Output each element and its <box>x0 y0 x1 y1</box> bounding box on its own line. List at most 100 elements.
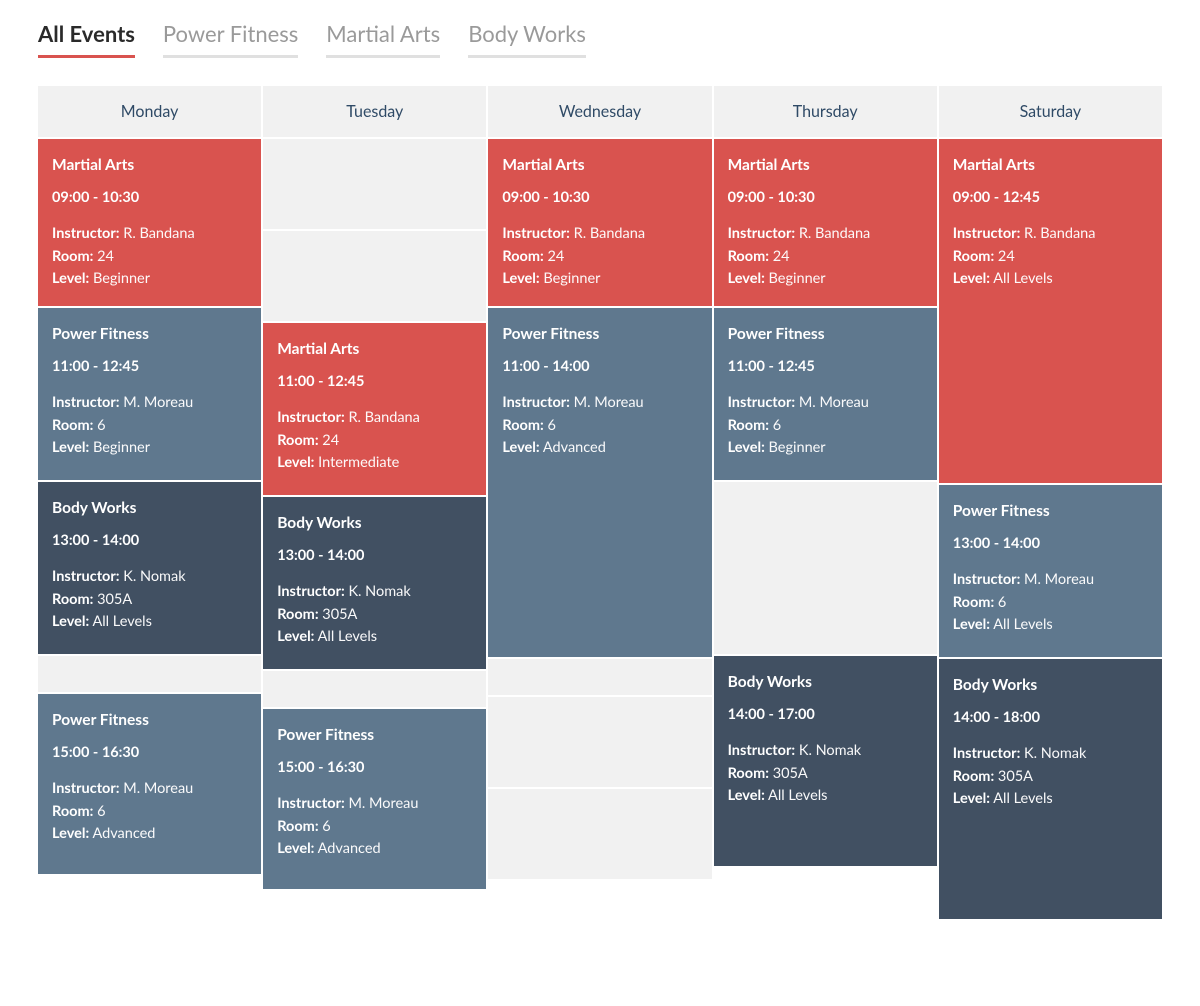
event-card[interactable]: Body Works13:00 - 14:00Instructor: K. No… <box>38 482 261 654</box>
event-card[interactable]: Martial Arts 09:00 - 10:30 Instructor: R. … <box>714 139 937 306</box>
event-instructor: Instructor: M. Moreau <box>277 793 472 815</box>
day-column: Martial Arts09:00 - 10:30Instructor: R. … <box>38 139 261 919</box>
event-title: Martial Arts <box>728 153 923 177</box>
event-title: Martial Arts <box>277 337 472 361</box>
tab-all-events[interactable]: All Events <box>38 20 135 58</box>
event-level: Level: All Levels <box>953 788 1148 810</box>
event-card[interactable]: Body Works 14:00 - 17:00 Instructor: K. No… <box>714 656 937 866</box>
day-column: Martial Arts09:00 - 12:45Instructor: R. … <box>939 139 1162 919</box>
event-title: Martial Arts <box>502 153 697 177</box>
day-column: Martial Arts 09:00 - 10:30 Instructor: R. … <box>714 139 937 919</box>
event-card[interactable]: Power Fitness 11:00 - 14:00 Instructor: M.… <box>488 308 711 657</box>
event-title: Martial Arts <box>52 153 247 177</box>
event-instructor: Instructor: M. Moreau <box>953 569 1148 591</box>
event-time: 14:00 - 17:00 <box>728 704 923 726</box>
event-instructor: Instructor: R. Bandana <box>728 223 923 245</box>
event-instructor: Instructor: M. Moreau <box>728 392 923 414</box>
event-time: 13:00 - 14:00 <box>953 533 1148 555</box>
day-header: Saturday <box>939 86 1162 137</box>
event-card[interactable]: Power Fitness 11:00 - 12:45 Instructor: M.… <box>714 308 937 480</box>
event-title: Power Fitness <box>52 708 247 732</box>
day-header: Wednesday <box>488 86 711 137</box>
event-instructor: Instructor: K. Nomak <box>52 566 247 588</box>
event-instructor: Instructor: M. Moreau <box>52 392 247 414</box>
event-instructor: Instructor: M. Moreau <box>502 392 697 414</box>
empty-slot <box>38 656 261 692</box>
event-room: Room: 6 <box>52 801 247 823</box>
event-level: Level: All Levels <box>52 611 247 633</box>
day-column: Martial Arts 11:00 - 12:45 Instructor: R. … <box>263 139 486 919</box>
event-room: Room: 6 <box>728 415 923 437</box>
event-time: 09:00 - 10:30 <box>52 187 247 209</box>
empty-slot <box>488 697 711 787</box>
event-room: Room: 305A <box>277 604 472 626</box>
event-room: Room: 24 <box>728 246 923 268</box>
event-card[interactable]: Body Works13:00 - 14:00Instructor: K. No… <box>263 497 486 669</box>
event-card[interactable]: Martial Arts 11:00 - 12:45 Instructor: R. … <box>263 323 486 495</box>
event-room: Room: 305A <box>728 763 923 785</box>
event-room: Room: 24 <box>277 430 472 452</box>
empty-slot <box>488 659 711 695</box>
event-level: Level: Beginner <box>728 437 923 459</box>
filter-tabs: All Events Power Fitness Martial Arts Body … <box>38 20 1162 58</box>
event-room: Room: 24 <box>52 246 247 268</box>
event-card[interactable]: Power Fitness13:00 - 14:00Instructor: M.… <box>939 485 1162 657</box>
event-instructor: Instructor: K. Nomak <box>953 743 1148 765</box>
event-title: Power Fitness <box>52 322 247 346</box>
event-level: Level: Intermediate <box>277 452 472 474</box>
event-title: Power Fitness <box>502 322 697 346</box>
empty-slot <box>263 139 486 229</box>
event-instructor: Instructor: R. Bandana <box>277 407 472 429</box>
tab-martial-arts[interactable]: Martial Arts <box>326 20 440 58</box>
event-card[interactable]: Martial Arts 09:00 - 10:30 Instructor: R. … <box>488 139 711 306</box>
event-time: 09:00 - 10:30 <box>728 187 923 209</box>
event-level: Level: Beginner <box>502 268 697 290</box>
event-card[interactable]: Martial Arts09:00 - 12:45Instructor: R. … <box>939 139 1162 483</box>
event-instructor: Instructor: R. Bandana <box>953 223 1148 245</box>
event-time: 11:00 - 12:45 <box>728 356 923 378</box>
event-card[interactable]: Martial Arts09:00 - 10:30Instructor: R. … <box>38 139 261 306</box>
event-instructor: Instructor: R. Bandana <box>502 223 697 245</box>
schedule-grid: MondayTuesdayWednesdayThursdaySaturdayMa… <box>38 86 1162 919</box>
event-title: Body Works <box>728 670 923 694</box>
event-time: 11:00 - 14:00 <box>502 356 697 378</box>
event-room: Room: 6 <box>953 592 1148 614</box>
event-time: 09:00 - 10:30 <box>502 187 697 209</box>
event-time: 15:00 - 16:30 <box>277 757 472 779</box>
event-card[interactable]: Power Fitness15:00 - 16:30Instructor: M.… <box>263 709 486 889</box>
event-title: Body Works <box>277 511 472 535</box>
event-time: 13:00 - 14:00 <box>52 530 247 552</box>
event-time: 11:00 - 12:45 <box>52 356 247 378</box>
event-level: Level: All Levels <box>277 626 472 648</box>
event-title: Body Works <box>953 673 1148 697</box>
event-level: Level: All Levels <box>953 268 1148 290</box>
event-level: Level: All Levels <box>953 614 1148 636</box>
event-instructor: Instructor: M. Moreau <box>52 778 247 800</box>
event-level: Level: Beginner <box>728 268 923 290</box>
event-time: 15:00 - 16:30 <box>52 742 247 764</box>
event-card[interactable]: Power Fitness 11:00 - 12:45 Instructor: M.… <box>38 308 261 480</box>
event-time: 09:00 - 12:45 <box>953 187 1148 209</box>
event-room: Room: 305A <box>953 766 1148 788</box>
event-room: Room: 24 <box>953 246 1148 268</box>
tab-body-works[interactable]: Body Works <box>468 20 586 58</box>
empty-slot <box>714 482 937 654</box>
event-time: 11:00 - 12:45 <box>277 371 472 393</box>
event-card[interactable]: Power Fitness 15:00 - 16:30 Instructor: M.… <box>38 694 261 874</box>
event-room: Room: 24 <box>502 246 697 268</box>
event-title: Power Fitness <box>728 322 923 346</box>
day-header: Tuesday <box>263 86 486 137</box>
event-level: Level: Advanced <box>502 437 697 459</box>
event-room: Room: 6 <box>277 816 472 838</box>
event-level: Level: All Levels <box>728 785 923 807</box>
event-card[interactable]: Body Works14:00 - 18:00Instructor: K. No… <box>939 659 1162 919</box>
event-instructor: Instructor: K. Nomak <box>728 740 923 762</box>
event-room: Room: 6 <box>52 415 247 437</box>
empty-slot <box>488 789 711 879</box>
event-level: Level: Beginner <box>52 268 247 290</box>
event-room: Room: 6 <box>502 415 697 437</box>
event-room: Room: 305A <box>52 589 247 611</box>
empty-slot <box>263 231 486 321</box>
tab-power-fitness[interactable]: Power Fitness <box>163 20 298 58</box>
event-level: Level: Advanced <box>277 838 472 860</box>
